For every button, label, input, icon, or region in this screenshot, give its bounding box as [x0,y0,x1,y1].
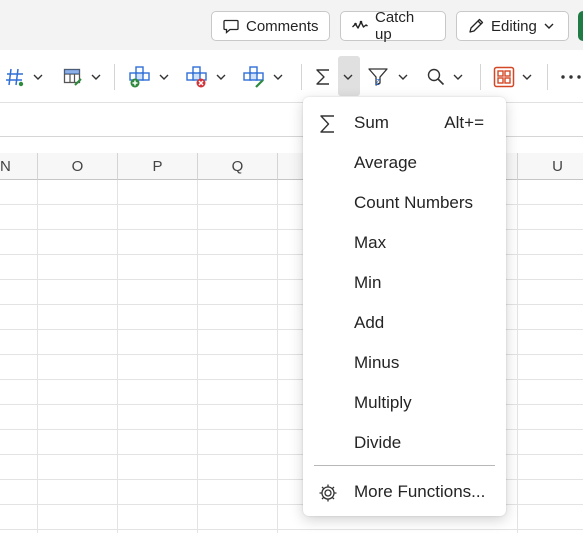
sigma-icon [316,69,329,85]
menu-item-label: Add [354,313,385,332]
find-select-button[interactable] [426,63,464,91]
ribbon-separator [301,64,302,90]
column-label: Q [231,157,244,175]
insert-cells-icon [129,66,150,88]
column-header-p[interactable]: P [118,153,198,180]
menu-item-minus[interactable]: Minus [303,344,506,382]
menu-item-label: Minus [354,353,400,372]
menu-item-add[interactable]: Add [303,304,506,342]
menu-item-label: Divide [354,433,402,452]
menu-item-min[interactable]: Min [303,264,506,302]
sigma-icon [320,115,334,133]
menu-item-max[interactable]: Max [303,224,506,262]
chevron-down-icon [544,23,554,29]
menu-item-label: More Functions... [354,482,486,501]
menu-item-average[interactable]: Average [303,144,506,182]
title-bar: Comments Catch up Editing [0,0,583,50]
chevron-down-icon [398,74,408,80]
number-format-icon [6,68,24,87]
autosum-dropdown-toggle[interactable] [342,63,354,91]
menu-divider [314,465,495,466]
svg-text:Z: Z [375,78,380,87]
ribbon-separator [480,64,481,90]
find-icon [427,68,445,86]
chevron-down-icon [33,74,43,80]
menu-item-sum[interactable]: Sum Alt+= [303,104,506,142]
ribbon-separator [547,64,548,90]
sort-filter-icon: Z [368,68,388,87]
menu-item-label: Multiply [354,393,412,412]
editing-label: Editing [491,17,537,35]
catch-up-button[interactable]: Catch up [340,9,446,43]
column-header-n[interactable]: N [0,153,38,180]
chevron-down-icon [343,74,353,80]
menu-item-label: Min [354,273,382,292]
addins-button[interactable] [493,63,533,91]
chevron-down-icon [216,74,226,80]
menu-item-more-functions[interactable]: More Functions... [303,473,506,511]
format-as-table-button[interactable] [62,63,102,91]
sort-filter-button[interactable]: Z [367,63,409,91]
number-format-button[interactable] [4,63,44,91]
delete-cells-icon [186,66,207,88]
more-options-button[interactable] [560,63,582,91]
ribbon-separator [114,64,115,90]
column-header-u[interactable]: U [518,153,583,180]
editing-mode-button[interactable]: Editing [456,11,569,41]
menu-item-label: Count Numbers [354,193,474,212]
catchup-icon [352,20,368,29]
autosum-menu: Sum Alt+= Average Count Numbers Max Min … [303,97,506,516]
column-label: N [0,157,11,175]
menu-item-count-numbers[interactable]: Count Numbers [303,184,506,222]
chevron-down-icon [273,74,283,80]
addins-icon [493,66,515,88]
menu-item-divide[interactable]: Divide [303,424,506,462]
chevron-down-icon [453,74,463,80]
comment-icon [223,19,239,34]
ribbon-toolbar: Z [0,50,583,103]
delete-cells-button[interactable] [185,63,227,91]
menu-item-multiply[interactable]: Multiply [303,384,506,422]
format-cells-button[interactable] [242,63,284,91]
more-icon [561,75,581,79]
menu-item-label: Max [354,233,387,252]
menu-item-label: Average [354,153,418,172]
column-header-o[interactable]: O [38,153,118,180]
chevron-down-icon [91,74,101,80]
format-cells-icon [243,66,264,88]
column-label: P [152,157,163,175]
catch-up-label: Catch up [375,9,415,43]
comments-label: Comments [246,17,319,35]
gear-icon [319,484,337,502]
chevron-down-icon [159,74,169,80]
autosum-button[interactable] [313,63,333,91]
column-header-q[interactable]: Q [198,153,278,180]
table-format-icon [63,68,82,86]
menu-item-shortcut: Alt+= [444,113,484,132]
insert-cells-button[interactable] [128,63,170,91]
share-button-edge[interactable] [578,11,583,41]
column-label: O [71,157,84,175]
column-label: U [552,157,563,175]
comments-button[interactable]: Comments [211,11,330,41]
menu-item-label: Sum [354,113,389,132]
pencil-icon [469,18,484,33]
chevron-down-icon [522,74,532,80]
